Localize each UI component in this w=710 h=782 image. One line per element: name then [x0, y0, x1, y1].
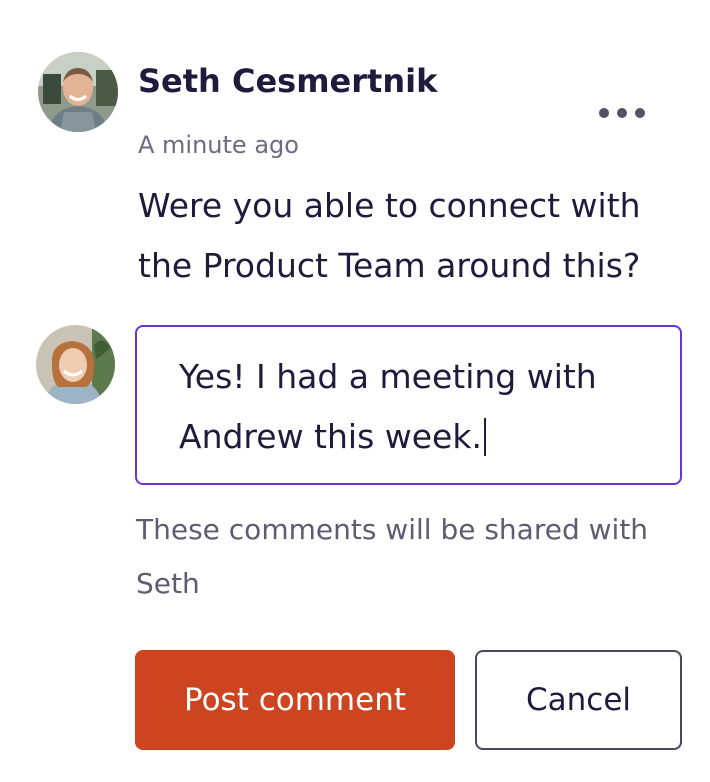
- comment-thread: Seth Cesmertnik A minute ago Were you ab…: [0, 0, 710, 782]
- post-comment-button[interactable]: Post comment: [135, 650, 455, 750]
- more-options-button[interactable]: [592, 98, 652, 128]
- post-comment-label: Post comment: [184, 682, 406, 718]
- more-dot: [617, 108, 627, 118]
- cancel-button[interactable]: Cancel: [475, 650, 682, 750]
- more-horizontal-icon: [599, 108, 609, 118]
- comment-body: Were you able to connect with the Produc…: [138, 186, 641, 285]
- author-name: Seth Cesmertnik: [138, 62, 438, 100]
- current-user-avatar: [36, 325, 115, 404]
- more-dot: [635, 108, 645, 118]
- reply-textarea[interactable]: Yes! I had a meeting with Andrew this we…: [135, 325, 682, 485]
- reply-value: Yes! I had a meeting with Andrew this we…: [179, 357, 597, 456]
- text-cursor: [483, 418, 486, 456]
- comment-timestamp: A minute ago: [138, 131, 299, 159]
- cancel-label: Cancel: [525, 682, 632, 718]
- author-avatar: [38, 52, 118, 132]
- reply-text-content: Yes! I had a meeting with Andrew this we…: [179, 347, 649, 467]
- share-note: These comments will be shared with Seth: [136, 513, 649, 600]
